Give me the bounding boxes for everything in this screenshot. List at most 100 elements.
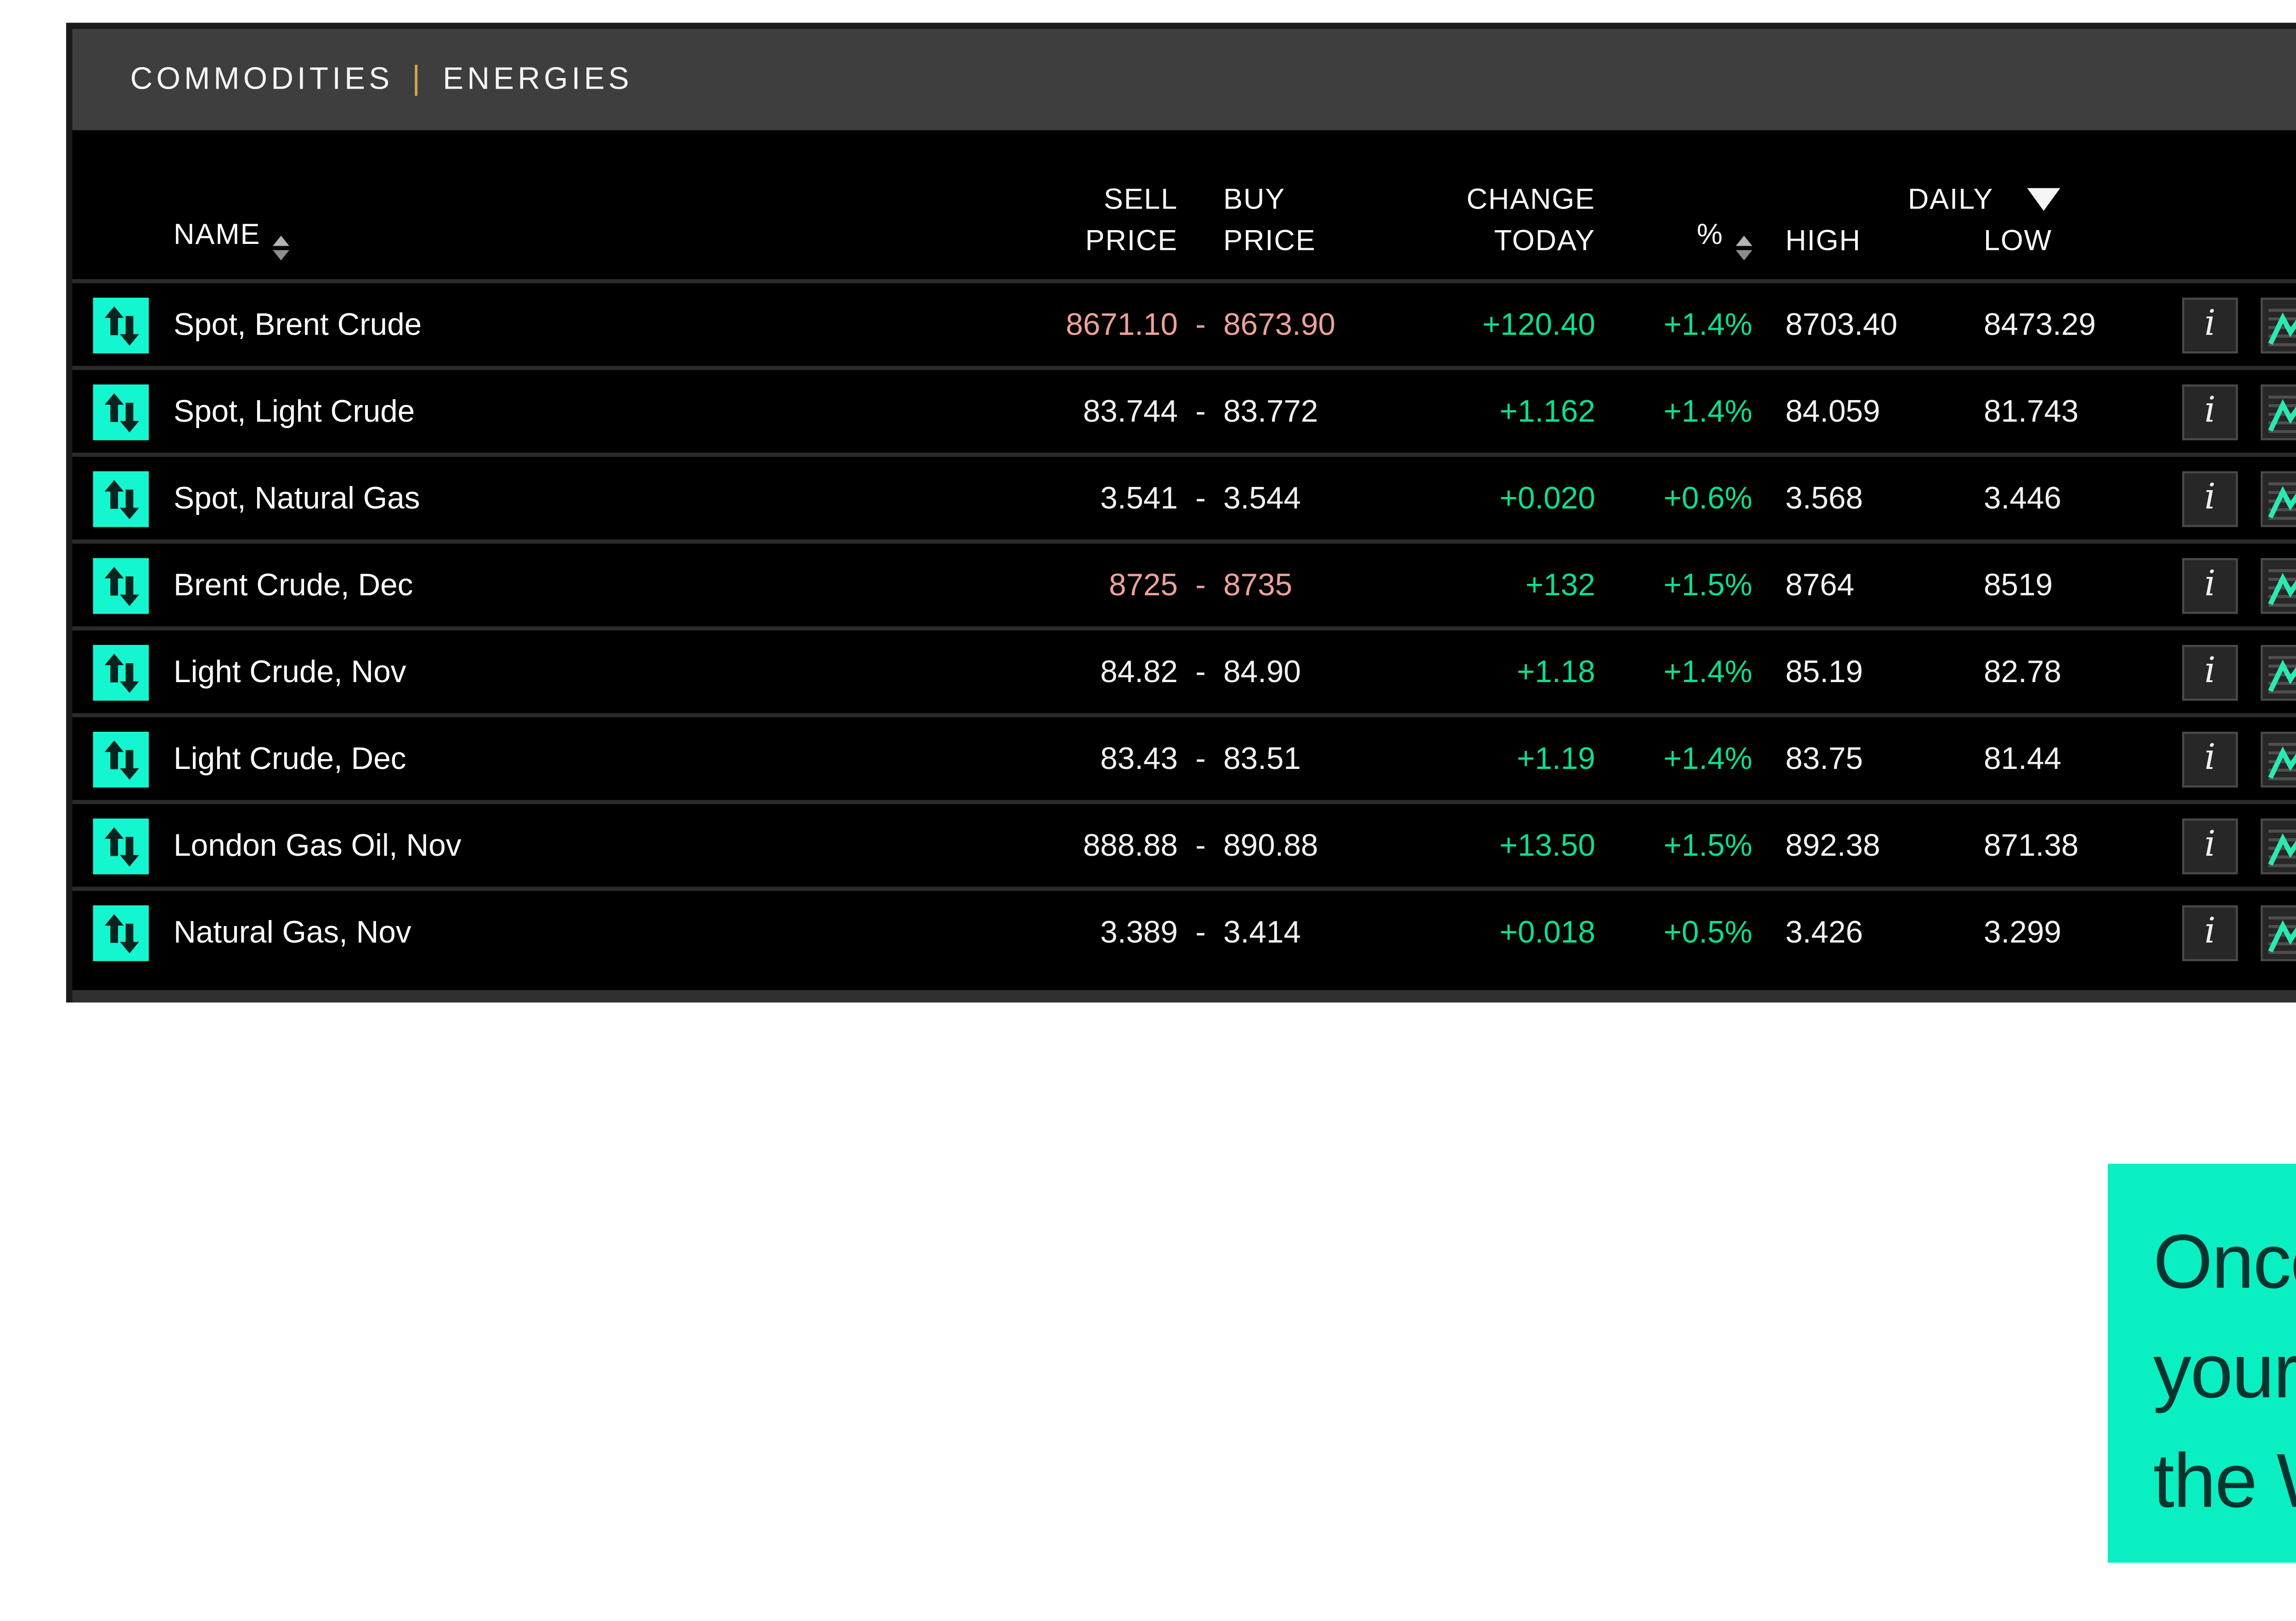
change-today-value: +0.018: [1380, 915, 1595, 950]
price-dash: -: [1178, 480, 1223, 516]
change-today-value: +0.020: [1380, 480, 1595, 516]
instrument-transfer-icon[interactable]: [93, 297, 149, 353]
window-title: COMMODITIES|ENERGIES: [130, 61, 633, 98]
instrument-transfer-icon[interactable]: [93, 904, 149, 960]
daily-high-value: 3.426: [1785, 915, 1984, 950]
buy-price[interactable]: 8735: [1223, 567, 1380, 603]
change-percent-value: +1.5%: [1595, 567, 1752, 603]
instrument-transfer-icon[interactable]: [93, 731, 149, 787]
change-percent-value: +1.4%: [1595, 741, 1752, 776]
instrument-transfer-icon[interactable]: [93, 644, 149, 700]
sell-price[interactable]: 83.43: [905, 741, 1178, 776]
daily-high-value: 3.568: [1785, 480, 1984, 516]
buy-price[interactable]: 3.414: [1223, 915, 1380, 950]
daily-low-value: 871.38: [1984, 828, 2182, 863]
change-percent-value: +1.4%: [1595, 654, 1752, 689]
info-icon[interactable]: i: [2182, 557, 2238, 613]
sell-price[interactable]: 3.389: [905, 915, 1178, 950]
buy-price[interactable]: 890.88: [1223, 828, 1380, 863]
daily-low-value: 8473.29: [1984, 307, 2182, 342]
chart-icon[interactable]: [2261, 904, 2296, 960]
daily-high-value: 84.059: [1785, 394, 1984, 429]
column-header-buy-price: BUYPRICE: [1223, 178, 1380, 260]
info-icon[interactable]: i: [2182, 470, 2238, 526]
price-dash: -: [1178, 567, 1223, 603]
price-dash: -: [1178, 654, 1223, 689]
chart-icon[interactable]: [2261, 470, 2296, 526]
info-icon[interactable]: i: [2182, 644, 2238, 700]
buy-price[interactable]: 8673.90: [1223, 307, 1380, 342]
daily-selector[interactable]: DAILY: [1785, 178, 2182, 219]
commodities-window: COMMODITIES|ENERGIES ✕ NAME SELLPRICE BU…: [66, 23, 2296, 1003]
table-row: Light Crude, Nov 84.82 - 84.90 +1.18 +1.…: [73, 627, 2296, 713]
buy-price[interactable]: 83.772: [1223, 394, 1380, 429]
callout-bubble: Once logged into your account, click the…: [2108, 1164, 2296, 1563]
daily-low-value: 8519: [1984, 567, 2182, 603]
table-header-row: NAME SELLPRICE BUYPRICE CHANGETODAY %: [73, 130, 2296, 279]
sell-price[interactable]: 8725: [905, 567, 1178, 603]
chart-icon[interactable]: [2261, 384, 2296, 440]
daily-low-value: 82.78: [1984, 654, 2182, 689]
callout-text: the Watchlist icon.: [2153, 1426, 2296, 1536]
buy-price[interactable]: 83.51: [1223, 741, 1380, 776]
change-today-value: +1.18: [1380, 654, 1595, 689]
daily-dropdown-icon[interactable]: [2026, 187, 2060, 210]
daily-low-value: 3.299: [1984, 915, 2182, 950]
column-header-sell-price: SELLPRICE: [905, 178, 1178, 260]
instrument-transfer-icon[interactable]: [93, 470, 149, 526]
table-row: Light Crude, Dec 83.43 - 83.51 +1.19 +1.…: [73, 713, 2296, 800]
sell-price[interactable]: 8671.10: [905, 307, 1178, 342]
sort-icon[interactable]: [273, 236, 289, 260]
instrument-name: Spot, Light Crude: [174, 394, 905, 429]
info-icon[interactable]: i: [2182, 384, 2238, 440]
change-today-value: +1.19: [1380, 741, 1595, 776]
buy-price[interactable]: 84.90: [1223, 654, 1380, 689]
change-percent-value: +1.4%: [1595, 307, 1752, 342]
instrument-transfer-icon[interactable]: [93, 818, 149, 874]
callout-text: Once logged into: [2153, 1207, 2296, 1317]
buy-price[interactable]: 3.544: [1223, 480, 1380, 516]
instrument-name: Natural Gas, Nov: [174, 915, 905, 950]
chart-icon[interactable]: [2261, 557, 2296, 613]
chart-icon[interactable]: [2261, 644, 2296, 700]
sell-price[interactable]: 83.744: [905, 394, 1178, 429]
chart-icon[interactable]: [2261, 297, 2296, 353]
column-header-low: LOW: [1984, 219, 2182, 260]
instrument-name: Light Crude, Nov: [174, 654, 905, 689]
sell-price[interactable]: 84.82: [905, 654, 1178, 689]
table-row: Natural Gas, Nov 3.389 - 3.414 +0.018 +0…: [73, 887, 2296, 974]
column-header-percent[interactable]: %: [1595, 213, 1752, 261]
info-icon[interactable]: i: [2182, 818, 2238, 874]
info-icon[interactable]: i: [2182, 297, 2238, 353]
daily-high-value: 85.19: [1785, 654, 1984, 689]
column-header-daily-group: DAILY HIGH LOW: [1785, 178, 2182, 260]
title-category: COMMODITIES: [130, 61, 394, 96]
column-header-name[interactable]: NAME: [174, 213, 905, 261]
price-dash: -: [1178, 828, 1223, 863]
change-percent-value: +0.5%: [1595, 915, 1752, 950]
callout-text: your account, click: [2153, 1317, 2296, 1427]
info-icon[interactable]: i: [2182, 904, 2238, 960]
column-header-change-today: CHANGETODAY: [1380, 178, 1595, 260]
sort-icon[interactable]: [1736, 236, 1752, 260]
table-row: London Gas Oil, Nov 888.88 - 890.88 +13.…: [73, 800, 2296, 887]
sell-price[interactable]: 3.541: [905, 480, 1178, 516]
instrument-transfer-icon[interactable]: [93, 384, 149, 440]
chart-icon[interactable]: [2261, 818, 2296, 874]
instrument-transfer-icon[interactable]: [93, 557, 149, 613]
instrument-name: Light Crude, Dec: [174, 741, 905, 776]
window-bottom-strip: [73, 990, 2296, 1003]
title-section: ENERGIES: [443, 61, 633, 96]
daily-high-value: 8764: [1785, 567, 1984, 603]
price-dash: -: [1178, 394, 1223, 429]
price-dash: -: [1178, 741, 1223, 776]
page: COMMODITIES|ENERGIES ✕ NAME SELLPRICE BU…: [0, 0, 2296, 1621]
titlebar: COMMODITIES|ENERGIES ✕: [73, 29, 2296, 130]
instrument-name: London Gas Oil, Nov: [174, 828, 905, 863]
chart-icon[interactable]: [2261, 731, 2296, 787]
daily-low-value: 81.44: [1984, 741, 2182, 776]
price-dash: -: [1178, 307, 1223, 342]
sell-price[interactable]: 888.88: [905, 828, 1178, 863]
instrument-name: Spot, Brent Crude: [174, 307, 905, 342]
info-icon[interactable]: i: [2182, 731, 2238, 787]
